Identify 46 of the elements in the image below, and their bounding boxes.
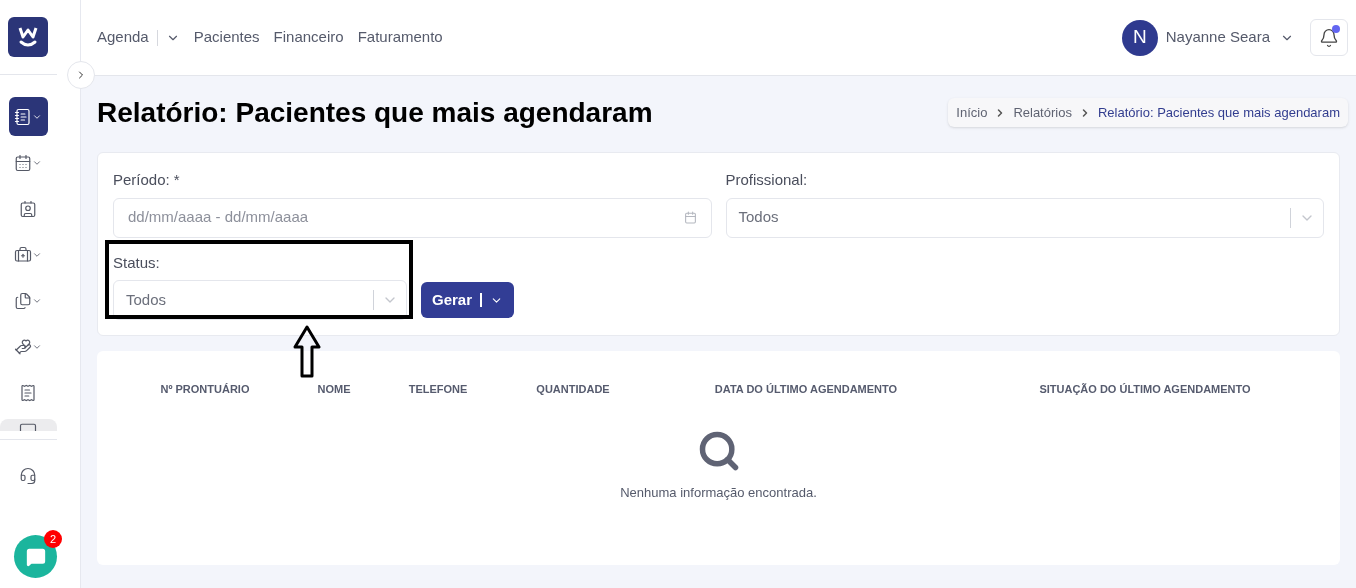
notification-badge: 2 xyxy=(44,530,62,548)
generate-button[interactable]: Gerar xyxy=(421,282,515,318)
field-label: Profissional: xyxy=(725,170,809,190)
medical-case-icon xyxy=(14,245,32,264)
chat-icon xyxy=(25,546,46,567)
column-header: QUANTIDADE xyxy=(535,382,611,397)
select-value: Todos xyxy=(126,289,168,310)
receipt-icon xyxy=(19,383,37,402)
support-button[interactable] xyxy=(19,467,37,485)
nav-link[interactable]: Faturamento xyxy=(357,26,443,49)
calendar-icon xyxy=(14,153,32,172)
page-title: Relatório: Pacientes que mais agendaram xyxy=(97,95,653,130)
user-name: Nayanne Seara xyxy=(1165,27,1270,48)
avatar: N xyxy=(1121,19,1158,56)
breadcrumb-link[interactable]: Início xyxy=(956,102,988,123)
column-header: DATA DO ÚLTIMO AGENDAMENTO xyxy=(713,382,899,397)
nav-link[interactable]: Financeiro xyxy=(273,26,344,49)
notebook-icon xyxy=(14,107,32,126)
sidebar-item[interactable] xyxy=(8,97,48,136)
empty-message: Nenhuma informação encontrada. xyxy=(620,483,817,502)
breadcrumb-link[interactable]: Relatórios xyxy=(1013,102,1072,123)
nav-link[interactable]: Agenda xyxy=(97,26,149,49)
headset-icon xyxy=(19,467,37,485)
notifications-button[interactable] xyxy=(1310,19,1348,56)
column-header: Nº PRONTUÁRIO xyxy=(159,382,251,397)
field-label: Status: xyxy=(113,252,161,273)
nav-link[interactable]: Pacientes xyxy=(193,26,260,49)
chat-button[interactable] xyxy=(14,535,57,578)
professional-select[interactable]: Todos xyxy=(725,197,1324,238)
files-icon xyxy=(14,291,32,310)
breadcrumb-link[interactable]: Relatório: Pacientes que mais agendaram xyxy=(1097,102,1340,123)
user-menu[interactable]: N Nayanne Seara xyxy=(1121,19,1294,56)
calendar-icon xyxy=(683,211,697,224)
hand-heart-icon xyxy=(14,337,32,356)
column-header: TELEFONE xyxy=(407,382,469,397)
up-arrow-drawing xyxy=(293,325,321,378)
select-value: Todos xyxy=(738,207,780,228)
field-label: Período: * xyxy=(113,170,181,190)
status-select[interactable]: Todos xyxy=(113,280,407,320)
date-range-input[interactable]: dd/mm/aaaa - dd/mm/aaaa xyxy=(128,206,684,229)
date-range-field[interactable]: dd/mm/aaaa - dd/mm/aaaa xyxy=(113,197,712,238)
column-header: NOME xyxy=(316,382,352,397)
column-header: SITUAÇÃO DO ÚLTIMO AGENDAMENTO xyxy=(1038,382,1252,397)
logo-icon[interactable] xyxy=(8,17,48,57)
bell-icon xyxy=(1319,27,1339,48)
id-badge-icon xyxy=(19,199,37,218)
